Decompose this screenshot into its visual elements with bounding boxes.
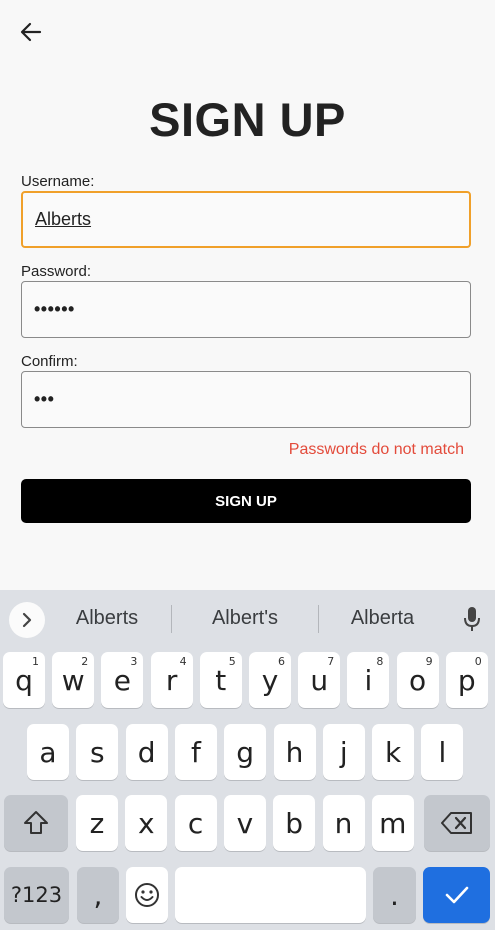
key-s[interactable]: s: [76, 724, 119, 780]
on-screen-keyboard: Alberts Albert's Alberta q1w2e3r4t5y6u7i…: [0, 590, 495, 930]
key-b[interactable]: b: [273, 795, 316, 851]
key-number-hint: 0: [474, 655, 482, 668]
key-z[interactable]: z: [76, 795, 118, 851]
shift-icon: [24, 811, 48, 834]
shift-key[interactable]: [4, 795, 68, 851]
key-label: u: [310, 663, 329, 697]
key-f[interactable]: f: [174, 724, 217, 780]
suggestion-3[interactable]: Alberta: [335, 607, 430, 630]
key-label: o: [409, 663, 427, 697]
emoji-key[interactable]: [126, 867, 168, 923]
key-o[interactable]: o9: [396, 652, 439, 708]
key-label: q: [15, 663, 33, 697]
confirm-password-input[interactable]: •••: [21, 371, 471, 428]
confirm-label: Confirm:: [21, 353, 78, 370]
key-w[interactable]: w2: [52, 652, 95, 708]
suggestion-1[interactable]: Alberts: [62, 607, 152, 630]
key-label: c: [187, 806, 204, 840]
key-label: h: [285, 735, 304, 769]
key-label: w: [61, 663, 85, 697]
key-label: m: [379, 806, 407, 840]
key-x[interactable]: x: [125, 795, 168, 851]
key-label: p: [457, 663, 476, 697]
key-u[interactable]: u7: [298, 652, 341, 708]
arrow-left-icon: [20, 22, 42, 42]
password-label: Password:: [21, 263, 92, 280]
key-label: t: [215, 663, 227, 697]
backspace-icon: [441, 812, 472, 834]
key-label: k: [384, 735, 402, 769]
emoji-icon: [135, 883, 159, 907]
key-label: j: [339, 735, 348, 769]
voice-input-button[interactable]: [460, 604, 484, 634]
key-number-hint: 8: [376, 655, 384, 668]
key-label: z: [89, 806, 105, 840]
confirm-value: •••: [34, 389, 55, 409]
backspace-key[interactable]: [424, 795, 490, 851]
back-button[interactable]: [14, 17, 48, 47]
key-e[interactable]: e3: [101, 652, 144, 708]
key-j[interactable]: j: [322, 724, 365, 780]
key-label: f: [190, 735, 201, 769]
key-t[interactable]: t5: [199, 652, 242, 708]
error-message: Passwords do not match: [288, 441, 464, 458]
key-label: y: [261, 663, 279, 697]
username-label: Username:: [21, 173, 95, 190]
key-label: e: [113, 663, 131, 697]
suggestion-divider: [171, 605, 172, 633]
key-number-hint: 3: [130, 655, 138, 668]
key-h[interactable]: h: [273, 724, 316, 780]
suggestion-bar: Alberts Albert's Alberta: [0, 590, 495, 646]
key-label: g: [236, 735, 255, 769]
key-p[interactable]: p0: [445, 652, 488, 708]
key-r[interactable]: r4: [150, 652, 193, 708]
space-key[interactable]: [175, 867, 366, 923]
key-k[interactable]: k: [372, 724, 415, 780]
expand-suggestions-button[interactable]: [9, 602, 45, 638]
key-label: a: [39, 735, 57, 769]
key-g[interactable]: g: [224, 724, 267, 780]
sign-up-button[interactable]: SIGN UP: [21, 479, 471, 523]
key-i[interactable]: i8: [347, 652, 390, 708]
key-c[interactable]: c: [174, 795, 217, 851]
suggestion-divider: [318, 605, 319, 633]
key-label: x: [138, 806, 155, 840]
chevron-right-icon: [22, 612, 32, 628]
key-v[interactable]: v: [223, 795, 266, 851]
username-value: Alberts: [35, 209, 92, 229]
symbols-key[interactable]: ?123: [4, 867, 69, 923]
key-label: n: [334, 806, 353, 840]
key-number-hint: 9: [425, 655, 433, 668]
key-n[interactable]: n: [322, 795, 365, 851]
key-m[interactable]: m: [371, 795, 414, 851]
key-label: s: [90, 735, 105, 769]
key-number-hint: 5: [228, 655, 236, 668]
key-q[interactable]: q1: [3, 652, 45, 708]
key-label: i: [364, 663, 373, 697]
comma-key[interactable]: ,: [77, 867, 119, 923]
key-a[interactable]: a: [27, 724, 69, 780]
key-number-hint: 4: [179, 655, 187, 668]
password-value: ••••••: [34, 299, 75, 319]
microphone-icon: [464, 607, 480, 631]
page-title: SIGN UP: [149, 93, 346, 146]
key-label: b: [285, 806, 304, 840]
enter-key[interactable]: [423, 867, 490, 923]
key-label: v: [236, 806, 254, 840]
period-key[interactable]: .: [373, 867, 416, 923]
key-label: l: [438, 735, 447, 769]
key-number-hint: 7: [327, 655, 335, 668]
key-y[interactable]: y6: [249, 652, 291, 708]
key-label: d: [137, 735, 156, 769]
username-input[interactable]: Alberts: [21, 191, 471, 248]
key-number-hint: 2: [81, 655, 89, 668]
checkmark-icon: [445, 886, 468, 904]
key-number-hint: 1: [32, 655, 39, 668]
password-input[interactable]: ••••••: [21, 281, 471, 338]
key-number-hint: 6: [278, 655, 285, 668]
key-l[interactable]: l: [421, 724, 464, 780]
suggestion-2[interactable]: Albert's: [190, 607, 300, 630]
key-label: r: [165, 663, 178, 697]
key-d[interactable]: d: [125, 724, 168, 780]
